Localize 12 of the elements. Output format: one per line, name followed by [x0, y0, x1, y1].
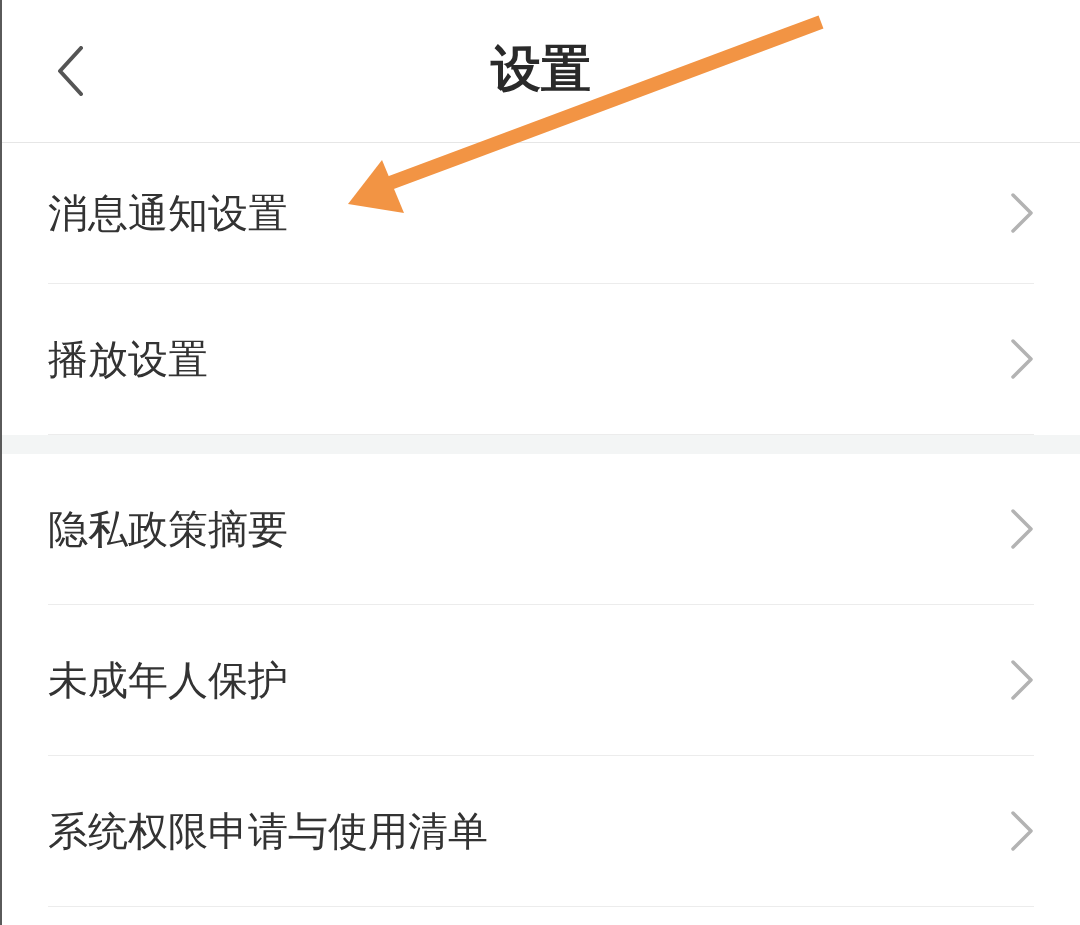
chevron-right-icon: [1010, 811, 1034, 851]
chevron-right-icon: [1010, 339, 1034, 379]
settings-item[interactable]: 消息通知设置: [48, 143, 1034, 283]
page-title: 设置: [491, 44, 591, 94]
chevron-right-icon: [1010, 509, 1034, 549]
chevron-right-icon: [1010, 660, 1034, 700]
settings-item[interactable]: 播放设置: [48, 284, 1034, 434]
back-icon: [56, 46, 84, 96]
settings-item[interactable]: 未成年人保护: [48, 605, 1034, 755]
chevron-right-icon: [1010, 193, 1034, 233]
settings-item[interactable]: 系统权限申请与使用清单: [48, 756, 1034, 906]
settings-item[interactable]: 隐私政策摘要: [48, 454, 1034, 604]
